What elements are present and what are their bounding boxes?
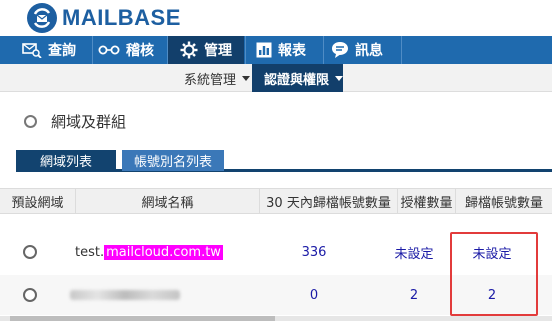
nav-item-label: 查詢 — [48, 43, 76, 59]
highlight-annotation-box — [450, 232, 538, 316]
nav-divider — [401, 36, 402, 64]
nav-item-label: 報表 — [278, 43, 306, 59]
chat-bubble-icon — [331, 41, 349, 59]
nav-item-label: 稽核 — [126, 43, 154, 59]
nav-divider — [245, 36, 246, 64]
archived-30d-link[interactable]: 336 — [260, 232, 368, 272]
logo-text: MAILBASE — [62, 5, 181, 30]
nav-divider — [323, 36, 324, 64]
nav-item-reports[interactable]: 報表 — [256, 36, 324, 64]
page-title: 網域及群組 — [51, 113, 127, 131]
sub-nav: 系統管理 認證與權限 — [0, 64, 552, 92]
section-heading: 網域及群組 — [24, 111, 126, 132]
default-domain-radio[interactable] — [23, 245, 37, 259]
licensed-link[interactable]: 2 — [378, 275, 450, 315]
sub-nav-label: 認證與權限 — [264, 72, 330, 88]
column-header[interactable]: 授權數量 — [398, 189, 456, 213]
domain-highlight: mailcloud.com.tw — [104, 244, 223, 260]
mail-search-icon — [22, 42, 42, 58]
column-header[interactable]: 30 天內歸檔帳號數量 — [260, 189, 398, 213]
licensed-link[interactable]: 未設定 — [378, 232, 450, 272]
bar-chart-icon — [256, 42, 272, 58]
sub-nav-auth-permissions[interactable]: 認證與權限 — [252, 64, 343, 92]
default-domain-radio[interactable] — [23, 288, 37, 302]
sub-nav-system-management[interactable]: 系統管理 — [176, 64, 252, 92]
caret-down-icon — [242, 75, 251, 81]
tab-domain-list[interactable]: 網域列表 — [16, 150, 116, 171]
column-header[interactable]: 歸檔帳號數量 — [456, 189, 552, 213]
archived-30d-link[interactable]: 0 — [260, 275, 368, 315]
nav-item-search[interactable]: 查詢 — [22, 36, 92, 64]
column-header[interactable]: 預設網域 — [0, 189, 76, 213]
redacted-text — [70, 290, 180, 300]
logo-icon — [27, 3, 57, 33]
domain-prefix: test. — [75, 244, 105, 260]
nav-item-label: 管理 — [204, 43, 232, 59]
main-nav: 查詢 稽核 管理 報表 訊息 — [0, 36, 552, 64]
nav-item-messages[interactable]: 訊息 — [331, 36, 401, 64]
caret-down-icon — [335, 75, 343, 81]
glasses-icon — [98, 44, 120, 56]
nav-divider — [92, 36, 93, 64]
nav-item-audit[interactable]: 稽核 — [98, 36, 166, 64]
circle-icon — [24, 115, 37, 128]
tab-bar: 網域列表 帳號別名列表 — [16, 150, 552, 172]
nav-item-label: 訊息 — [355, 43, 383, 59]
scrollbar-thumb[interactable] — [10, 316, 275, 321]
gear-icon — [180, 41, 198, 59]
domain-name[interactable]: test. mailcloud.com.tw — [75, 232, 223, 272]
domain-name-redacted — [70, 275, 180, 315]
header: MAILBASE — [0, 0, 552, 36]
table-header: 預設網域 網域名稱 30 天內歸檔帳號數量 授權數量 歸檔帳號數量 — [0, 188, 552, 214]
nav-item-manage[interactable]: 管理 — [168, 36, 244, 64]
tab-alias-list[interactable]: 帳號別名列表 — [122, 150, 224, 171]
sub-nav-label: 系統管理 — [184, 72, 237, 88]
column-header[interactable]: 網域名稱 — [76, 189, 260, 213]
